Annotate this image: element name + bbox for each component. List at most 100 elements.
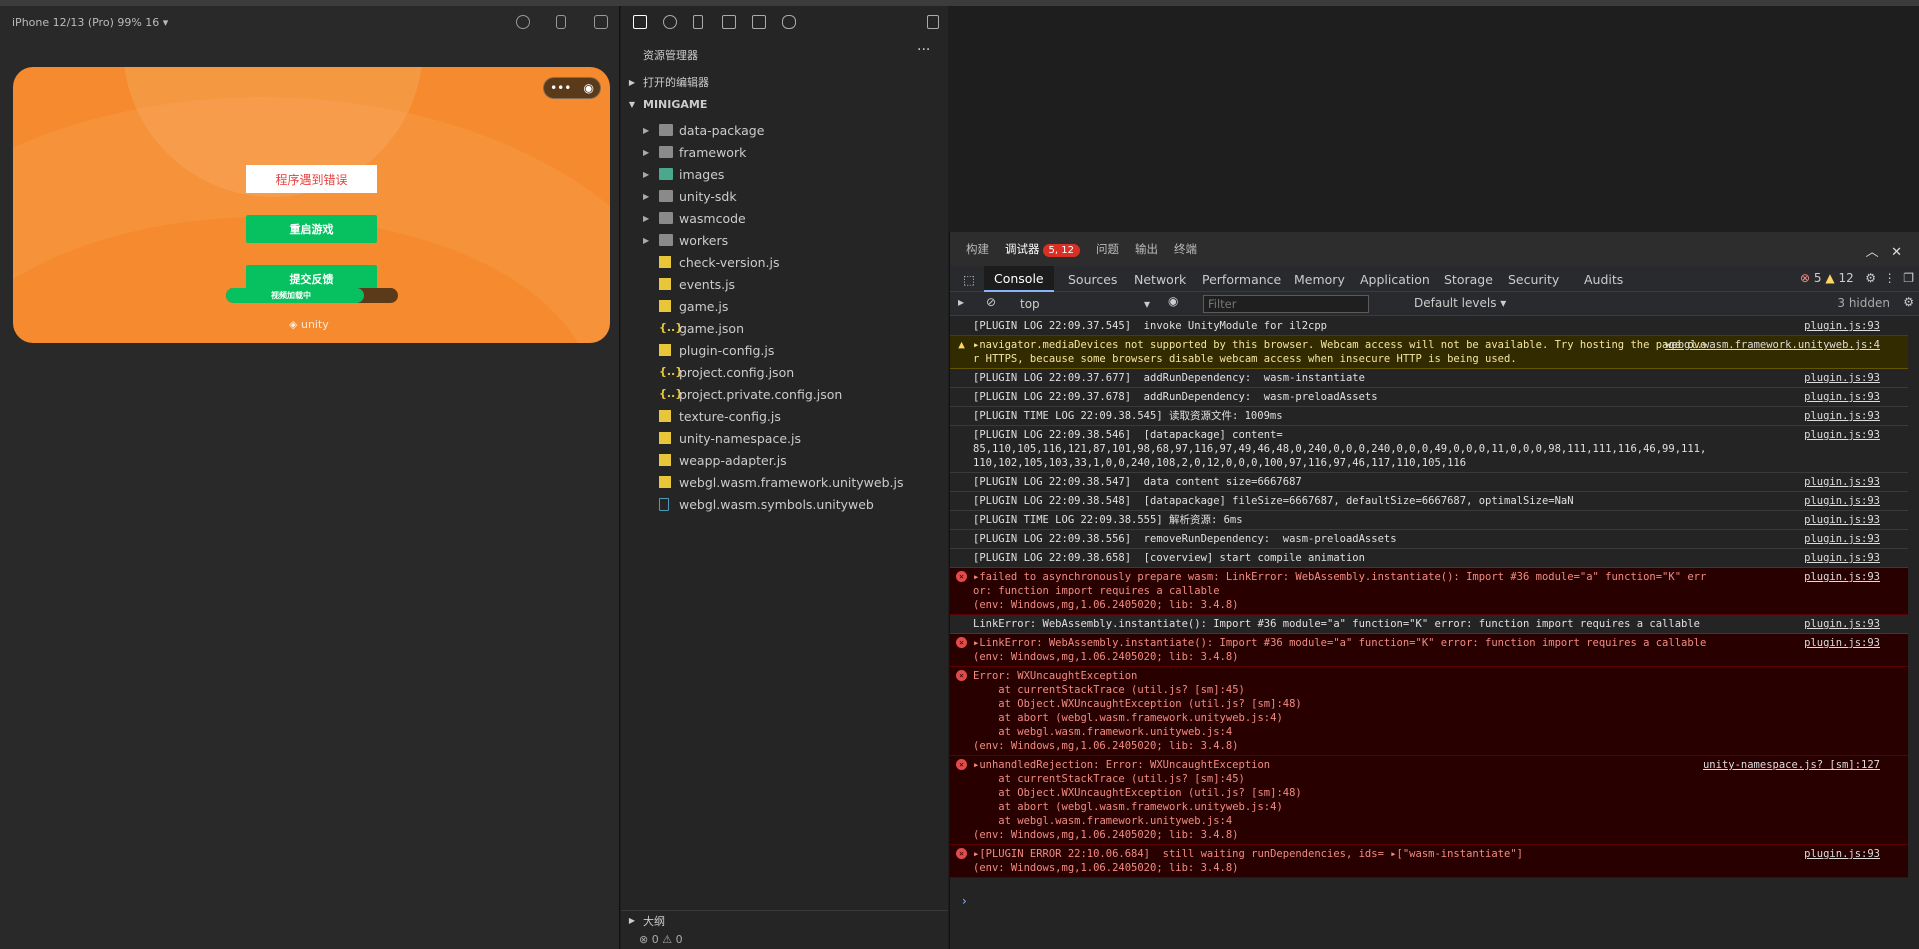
log-source-link[interactable]: plugin.js:93 — [1804, 617, 1880, 631]
log-source-link[interactable]: plugin.js:93 — [1804, 428, 1880, 442]
tree-file[interactable]: game.js — [621, 295, 948, 317]
phone-icon[interactable] — [556, 15, 566, 29]
maximize-panel-icon[interactable]: ︿ — [1866, 245, 1879, 260]
log-source-link[interactable]: unity-namespace.js? [sm]:127 — [1703, 758, 1880, 772]
explorer-more-button[interactable]: ··· — [917, 42, 930, 58]
tab-application[interactable]: Application — [1360, 266, 1430, 292]
outline-section[interactable]: ▶ 大纲 — [621, 910, 948, 930]
console-log-row[interactable]: [PLUGIN LOG 22:09.37.677] addRunDependen… — [950, 369, 1908, 388]
console-error-row[interactable]: ✕ ▸unhandledRejection: Error: WXUncaughtE… — [950, 756, 1908, 845]
console-error-row[interactable]: ✕ ▸failed to asynchronously prepare wasm:… — [950, 568, 1908, 615]
console-error-row[interactable]: ✕ Error: WXUncaughtException at currentSt… — [950, 667, 1908, 756]
log-source-link[interactable]: webgl.wasm.framework.unityweb.js:4 — [1665, 338, 1880, 352]
filter-input[interactable] — [1203, 295, 1369, 313]
log-source-link[interactable]: plugin.js:93 — [1804, 409, 1880, 423]
close-capsule-icon[interactable]: ◉ — [583, 81, 593, 95]
search-icon[interactable] — [663, 15, 677, 29]
more-options-icon[interactable]: ⋮ — [1884, 271, 1896, 285]
console-settings-icon[interactable]: ⚙ — [1903, 295, 1914, 309]
log-source-link[interactable]: plugin.js:93 — [1804, 570, 1880, 584]
extensions-icon[interactable] — [722, 15, 736, 29]
tab-memory[interactable]: Memory — [1294, 266, 1345, 292]
tree-folder[interactable]: ▶ wasmcode — [621, 207, 948, 229]
issue-counters[interactable]: ⊗ 5 ▲ 12 ⚙ ⋮ ❐ — [1800, 271, 1914, 285]
docker-icon[interactable] — [782, 15, 796, 29]
tree-file[interactable]: webgl.wasm.symbols.unityweb — [621, 493, 948, 515]
tree-file[interactable]: events.js — [621, 273, 948, 295]
tab-console[interactable]: Console — [984, 266, 1054, 292]
tree-folder[interactable]: ▶ framework — [621, 141, 948, 163]
tab-output[interactable]: 输出 — [1135, 241, 1158, 257]
tree-file[interactable]: {..} game.json — [621, 317, 948, 339]
tab-build[interactable]: 构建 — [966, 241, 989, 257]
tab-performance[interactable]: Performance — [1202, 266, 1281, 292]
console-log-row[interactable]: [PLUGIN TIME LOG 22:09.38.545] 读取资源文件: 1… — [950, 407, 1908, 426]
debug-icon[interactable] — [752, 15, 766, 29]
tree-folder[interactable]: ▶ data-package — [621, 119, 948, 141]
tree-file[interactable]: check-version.js — [621, 251, 948, 273]
console-warning-row[interactable]: ▲ ▸navigator.mediaDevices not supported b… — [950, 336, 1908, 369]
tab-sources[interactable]: Sources — [1068, 266, 1117, 292]
record-icon[interactable] — [516, 15, 530, 29]
log-source-link[interactable]: plugin.js:93 — [1804, 551, 1880, 565]
project-section[interactable]: ▼ MINIGAME — [621, 94, 948, 114]
collapse-panel-icon[interactable] — [927, 15, 939, 29]
tree-file[interactable]: texture-config.js — [621, 405, 948, 427]
console-log-row[interactable]: [PLUGIN LOG 22:09.38.658] [coverview] st… — [950, 549, 1908, 568]
log-source-link[interactable]: plugin.js:93 — [1804, 319, 1880, 333]
close-panel-icon[interactable]: ✕ — [1891, 245, 1902, 260]
problems-status[interactable]: ⊗ 0 ⚠ 0 — [639, 933, 683, 946]
source-control-icon[interactable] — [693, 15, 703, 29]
tab-network[interactable]: Network — [1134, 266, 1186, 292]
console-log-row[interactable]: LinkError: WebAssembly.instantiate(): Im… — [950, 615, 1908, 634]
tab-debugger[interactable]: 调试器 5, 12 — [1005, 241, 1080, 257]
more-icon[interactable]: ••• — [550, 81, 571, 95]
undock-icon[interactable]: ❐ — [1903, 271, 1914, 285]
tree-file[interactable]: plugin-config.js — [621, 339, 948, 361]
tab-problems[interactable]: 问题 — [1096, 241, 1119, 257]
sidebar-toggle-icon[interactable]: ▸ — [958, 295, 964, 309]
log-source-link[interactable]: plugin.js:93 — [1804, 636, 1880, 650]
console-prompt[interactable]: › — [962, 894, 967, 908]
context-selector[interactable]: top ▾ — [1020, 295, 1150, 313]
log-source-link[interactable]: plugin.js:93 — [1804, 532, 1880, 546]
open-editors-section[interactable]: ▶ 打开的编辑器 — [621, 72, 948, 92]
tree-file[interactable]: {..} project.config.json — [621, 361, 948, 383]
tree-file[interactable]: unity-namespace.js — [621, 427, 948, 449]
console-log-row[interactable]: [PLUGIN LOG 22:09.38.547] data content s… — [950, 473, 1908, 492]
tree-file[interactable]: weapp-adapter.js — [621, 449, 948, 471]
console-error-row[interactable]: ✕ ▸LinkError: WebAssembly.instantiate(): … — [950, 634, 1908, 667]
console-log-row[interactable]: [PLUGIN TIME LOG 22:09.38.555] 解析资源: 6ms… — [950, 511, 1908, 530]
tree-folder[interactable]: ▶ workers — [621, 229, 948, 251]
tree-file[interactable]: {..} project.private.config.json — [621, 383, 948, 405]
tree-file[interactable]: webgl.wasm.framework.unityweb.js — [621, 471, 948, 493]
tree-folder[interactable]: ▶ images — [621, 163, 948, 185]
console-log-row[interactable]: [PLUGIN LOG 22:09.38.556] removeRunDepen… — [950, 530, 1908, 549]
settings-icon[interactable]: ⚙ — [1865, 271, 1876, 285]
log-source-link[interactable]: plugin.js:93 — [1804, 390, 1880, 404]
tree-folder[interactable]: ▶ unity-sdk — [621, 185, 948, 207]
clear-console-icon[interactable]: ⊘ — [986, 295, 996, 309]
console-log-row[interactable]: [PLUGIN LOG 22:09.37.545] invoke UnityMo… — [950, 317, 1908, 336]
tab-storage[interactable]: Storage — [1444, 266, 1493, 292]
device-selector[interactable]: iPhone 12/13 (Pro) 99% 16 ▾ — [12, 16, 168, 29]
tab-security[interactable]: Security — [1508, 266, 1559, 292]
menu-capsule[interactable]: ••• ◉ — [543, 77, 601, 99]
console-error-row[interactable]: ✕ ▸[PLUGIN ERROR 22:10.06.684] still wait… — [950, 845, 1908, 878]
files-icon[interactable] — [633, 15, 647, 29]
log-source-link[interactable]: plugin.js:93 — [1804, 371, 1880, 385]
log-levels-dropdown[interactable]: Default levels ▾ — [1414, 296, 1506, 310]
log-source-link[interactable]: plugin.js:93 — [1804, 513, 1880, 527]
log-source-link[interactable]: plugin.js:93 — [1804, 475, 1880, 489]
detach-window-icon[interactable] — [594, 15, 608, 29]
inspect-element-icon[interactable]: ⬚ — [958, 266, 980, 292]
live-expression-icon[interactable]: ◉ — [1168, 294, 1178, 308]
tab-audits[interactable]: Audits — [1584, 266, 1623, 292]
tab-terminal[interactable]: 终端 — [1174, 241, 1197, 257]
log-source-link[interactable]: plugin.js:93 — [1804, 847, 1880, 861]
console-log-row[interactable]: [PLUGIN LOG 22:09.38.546] [datapackage] … — [950, 426, 1908, 473]
console-log-row[interactable]: [PLUGIN LOG 22:09.38.548] [datapackage] … — [950, 492, 1908, 511]
console-log-row[interactable]: [PLUGIN LOG 22:09.37.678] addRunDependen… — [950, 388, 1908, 407]
restart-game-button[interactable]: 重启游戏 — [246, 215, 377, 243]
log-source-link[interactable]: plugin.js:93 — [1804, 494, 1880, 508]
